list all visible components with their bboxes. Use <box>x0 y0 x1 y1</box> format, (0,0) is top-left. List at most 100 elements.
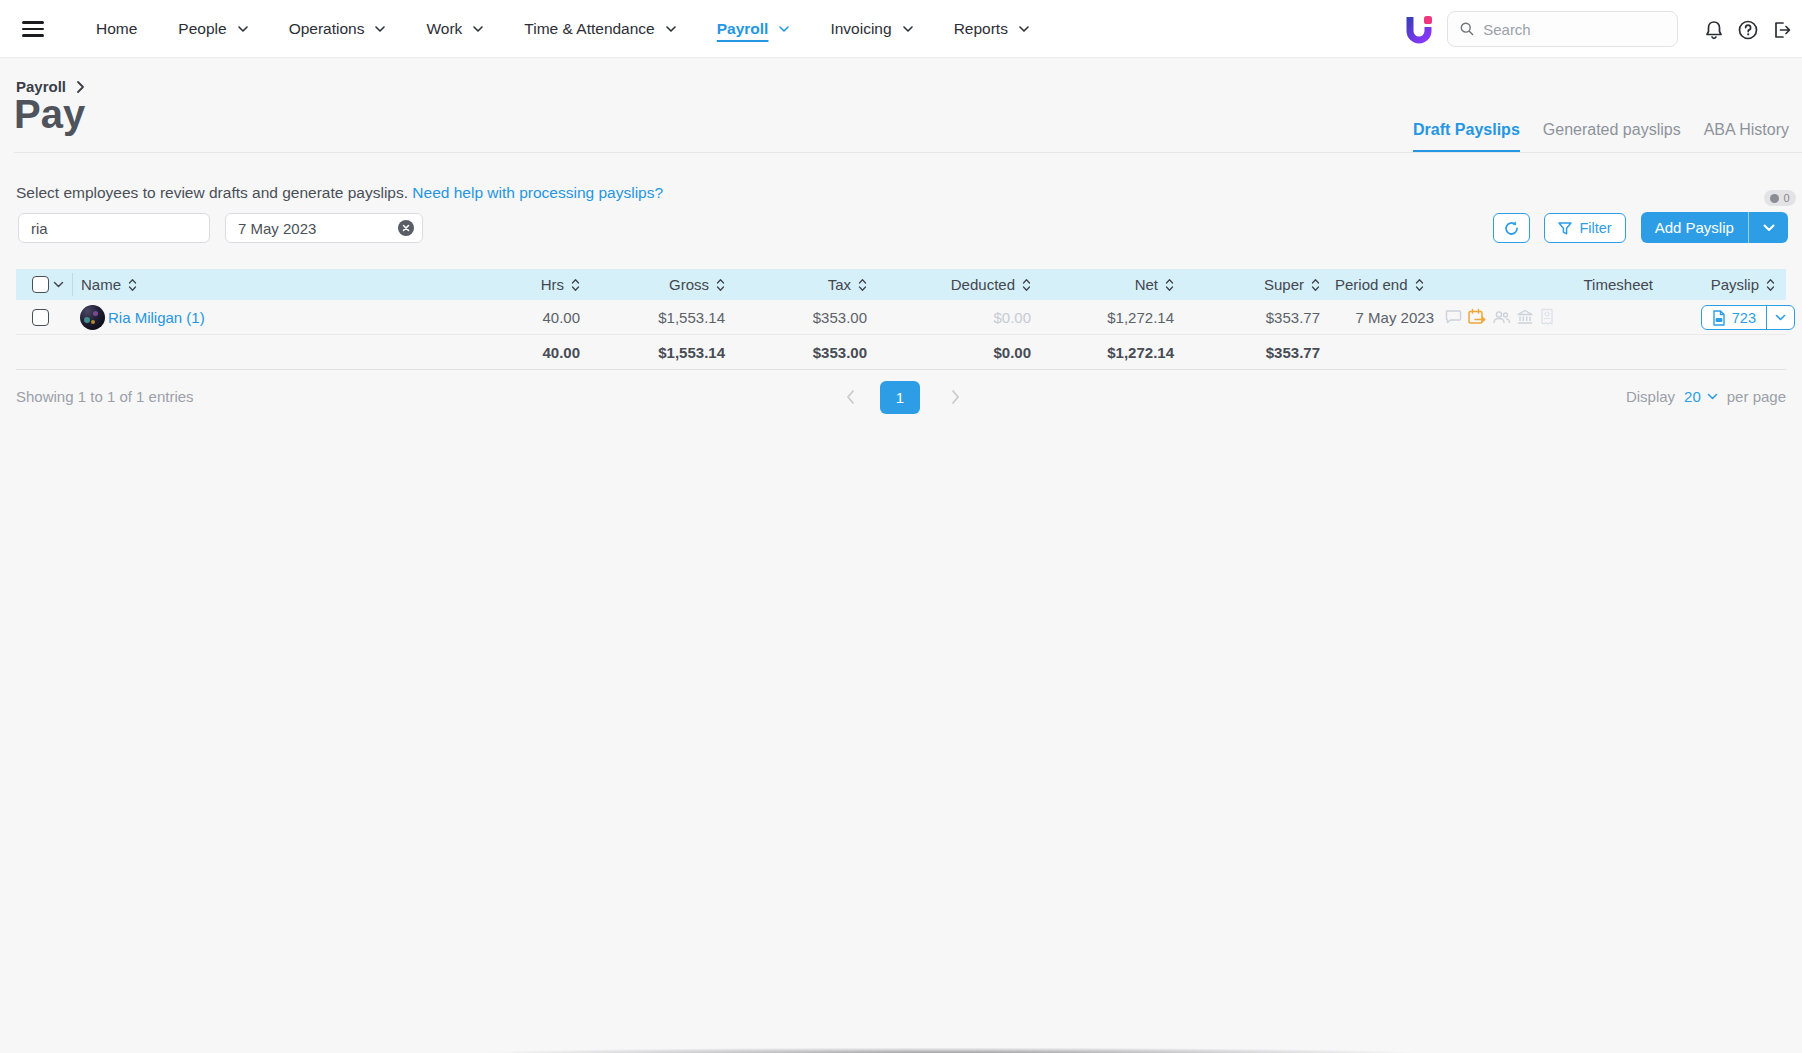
chevron-down-icon <box>1707 393 1718 400</box>
chevron-down-icon <box>1775 314 1786 321</box>
refresh-button[interactable] <box>1493 213 1530 243</box>
employee-filter-input[interactable] <box>18 213 210 243</box>
tab-generated-payslips[interactable]: Generated payslips <box>1543 121 1681 153</box>
add-payslip-button[interactable]: Add Payslip <box>1641 212 1748 243</box>
total-tax: $353.00 <box>813 335 867 369</box>
comment-icon[interactable] <box>1444 308 1462 326</box>
tab-aba-history[interactable]: ABA History <box>1704 121 1789 153</box>
col-header-tax[interactable]: Tax <box>828 269 867 300</box>
totals-row: 40.00 $1,553.14 $353.00 $0.00 $1,272.14 … <box>16 335 1786 370</box>
date-filter-input[interactable]: 7 May 2023 <box>225 213 423 243</box>
timesheet-export-icon[interactable] <box>1467 308 1487 326</box>
tab-draft-payslips[interactable]: Draft Payslips <box>1413 121 1520 153</box>
cell-tax: $353.00 <box>813 300 867 334</box>
payslip-open-button[interactable]: 723 <box>1702 306 1766 329</box>
cell-gross: $1,553.14 <box>658 300 725 334</box>
sort-icon <box>1766 278 1775 292</box>
nav-time-attendance[interactable]: Time & Attendance <box>524 20 675 38</box>
total-gross: $1,553.14 <box>658 335 725 369</box>
chevron-down-icon <box>375 26 385 32</box>
cell-deducted: $0.00 <box>993 300 1031 334</box>
select-menu-chevron[interactable] <box>53 269 64 300</box>
pagination-page-1[interactable]: 1 <box>880 381 920 414</box>
chevron-down-icon <box>903 26 913 32</box>
nav-home[interactable]: Home <box>96 20 137 38</box>
bottom-shadow <box>350 1046 1550 1053</box>
tab-bar: Draft Payslips Generated payslips ABA Hi… <box>1413 0 1789 153</box>
pagination-next[interactable] <box>951 389 960 409</box>
col-header-timesheet[interactable]: Timesheet <box>1584 269 1653 300</box>
pdf-document-icon <box>1711 310 1726 326</box>
clear-date-icon[interactable] <box>398 220 414 236</box>
selection-count-badge: 0 <box>1764 190 1796 206</box>
cell-super: $353.77 <box>1266 300 1320 334</box>
chevron-down-icon <box>1763 224 1775 232</box>
receipt-icon[interactable] <box>1539 308 1555 326</box>
page-size-select[interactable]: 20 <box>1684 388 1718 405</box>
employee-name-link[interactable]: Ria Miligan (1) <box>108 300 205 334</box>
sort-icon <box>1165 278 1174 292</box>
nav-payroll[interactable]: Payroll <box>717 20 790 38</box>
sort-icon <box>571 278 580 292</box>
col-header-net[interactable]: Net <box>1135 269 1174 300</box>
avatar[interactable] <box>80 305 105 330</box>
chevron-down-icon <box>666 26 676 32</box>
nav-reports[interactable]: Reports <box>954 20 1029 38</box>
page-title: Pay <box>14 92 85 137</box>
entries-summary: Showing 1 to 1 of 1 entries <box>16 388 194 405</box>
refresh-icon <box>1503 220 1520 237</box>
total-hrs: 40.00 <box>542 335 580 369</box>
display-label: Display <box>1626 388 1675 405</box>
page-size-control: Display 20 per page <box>1626 388 1786 405</box>
total-super: $353.77 <box>1266 335 1320 369</box>
sort-icon <box>1415 278 1424 292</box>
cell-net: $1,272.14 <box>1107 300 1174 334</box>
pagination-prev[interactable] <box>846 389 855 409</box>
intro-text: Select employees to review drafts and ge… <box>16 184 663 202</box>
payslip-menu-button[interactable] <box>1767 306 1794 329</box>
col-header-period-end[interactable]: Period end <box>1335 269 1424 300</box>
col-header-hrs[interactable]: Hrs <box>541 269 580 300</box>
help-link[interactable]: Need help with processing payslips? <box>412 184 663 201</box>
badge-dot-icon <box>1770 194 1779 203</box>
sort-icon <box>1022 278 1031 292</box>
header-separator <box>72 273 73 296</box>
col-header-super[interactable]: Super <box>1264 269 1320 300</box>
add-payslip-menu-button[interactable] <box>1749 212 1788 243</box>
chevron-down-icon <box>779 26 789 32</box>
nav-people[interactable]: People <box>178 20 247 38</box>
sort-icon <box>716 278 725 292</box>
total-net: $1,272.14 <box>1107 335 1174 369</box>
sort-icon <box>1311 278 1320 292</box>
date-filter-value: 7 May 2023 <box>238 220 398 237</box>
bank-icon[interactable] <box>1516 308 1534 326</box>
nav-invoicing[interactable]: Invoicing <box>830 20 912 38</box>
select-all-checkbox[interactable] <box>32 276 49 293</box>
sort-icon <box>128 278 137 292</box>
col-header-name[interactable]: Name <box>81 269 137 300</box>
row-checkbox[interactable] <box>32 309 49 326</box>
cell-period-end: 7 May 2023 <box>1356 300 1434 334</box>
col-header-payslip[interactable]: Payslip <box>1711 269 1775 300</box>
col-header-deducted[interactable]: Deducted <box>951 269 1031 300</box>
chevron-down-icon <box>1019 26 1029 32</box>
menu-icon[interactable] <box>22 21 44 37</box>
total-deducted: $0.00 <box>993 335 1031 369</box>
cell-hrs: 40.00 <box>542 300 580 334</box>
header-divider <box>14 152 1802 153</box>
sort-icon <box>858 278 867 292</box>
filter-funnel-icon <box>1558 222 1572 235</box>
filter-button[interactable]: Filter <box>1544 213 1626 243</box>
per-page-label: per page <box>1727 388 1786 405</box>
table-footer: Showing 1 to 1 of 1 entries 1 Display 20… <box>16 376 1786 418</box>
chevron-down-icon <box>238 26 248 32</box>
payslip-split-button: 723 <box>1701 305 1795 330</box>
col-header-gross[interactable]: Gross <box>669 269 725 300</box>
row-status-icons <box>1444 300 1555 334</box>
table-header: Name Hrs Gross Tax Deducted Net Super P <box>16 269 1786 300</box>
chevron-down-icon <box>473 26 483 32</box>
nav-work[interactable]: Work <box>426 20 483 38</box>
nav-operations[interactable]: Operations <box>289 20 386 38</box>
people-icon[interactable] <box>1492 308 1511 326</box>
add-payslip-split-button: Add Payslip <box>1641 212 1788 243</box>
